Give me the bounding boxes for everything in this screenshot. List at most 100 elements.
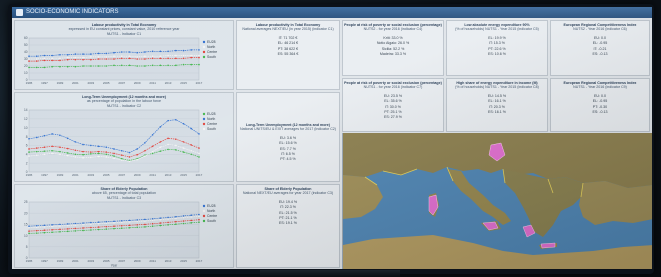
data-point: [120, 64, 123, 67]
data-point: [159, 217, 162, 219]
data-point: [175, 220, 177, 223]
data-point: [175, 223, 177, 225]
data-point: [105, 228, 108, 230]
legend-marker: [202, 112, 206, 116]
side-panel-value: EU: 3.6 %: [279, 135, 297, 140]
data-point: [113, 58, 115, 60]
indicator-value: IT: 15.3 %: [489, 41, 505, 46]
data-point: [82, 58, 84, 61]
y-tick-label: 10: [24, 71, 28, 75]
data-point: [159, 146, 162, 148]
data-point: [167, 119, 169, 122]
data-point: [74, 224, 77, 226]
y-tick-label: 60: [24, 36, 28, 40]
data-point: [120, 57, 123, 60]
side-panel-subtitle: National UNITS/EU & EXIT averages for 20…: [239, 127, 336, 132]
legend-marker: [202, 127, 206, 131]
indicator-value: ES: -0.13: [592, 52, 608, 57]
data-point: [74, 156, 77, 158]
y-tick-label: 14: [24, 108, 28, 112]
y-tick-label: 15: [24, 223, 28, 227]
data-point: [128, 224, 131, 227]
data-point: [28, 55, 30, 57]
data-point: [97, 58, 100, 60]
indicator-value: PT: 25.1 %: [384, 110, 402, 115]
data-point: [105, 156, 108, 158]
side-panel-subtitle: National NEXT/EU averages for year 2017 …: [242, 191, 334, 196]
data-point: [113, 155, 115, 157]
legend-marker: [202, 122, 206, 126]
x-tick-label: 1999: [57, 173, 64, 177]
data-point: [59, 57, 61, 60]
y-tick-label: 50: [24, 43, 28, 47]
indicator-panel-energy-high: High share of energy expenditure in inco…: [446, 78, 548, 132]
x-tick-label: 1995: [26, 173, 33, 177]
data-point: [128, 64, 131, 67]
map-highlight-region-crete[interactable]: [540, 242, 556, 249]
data-point: [97, 56, 100, 58]
data-point: [190, 153, 193, 156]
data-point: [90, 58, 92, 61]
data-point: [190, 214, 193, 217]
x-tick-label: 2007: [118, 81, 125, 85]
productivity-line-chart[interactable]: 01020304050601995 1997 1999 2001 2003 2005 200…: [15, 35, 233, 89]
mediterranean-map[interactable]: [342, 133, 652, 269]
data-point: [74, 58, 77, 61]
map-canvas[interactable]: [343, 133, 652, 269]
data-point: [190, 54, 193, 57]
data-point: [74, 56, 77, 59]
data-point: [120, 149, 123, 152]
x-tick-label: 2013: [165, 259, 172, 263]
data-point: [151, 152, 154, 155]
data-point: [159, 50, 162, 53]
x-tick-label: 2011: [149, 173, 156, 177]
data-point: [175, 149, 177, 151]
side-panel-value: EL: 21.5 %: [279, 210, 297, 215]
data-point: [35, 136, 38, 139]
map-land-north-africa: [343, 235, 652, 269]
indicator-panel-poverty-nuts2: People at risk of poverty or social excl…: [342, 20, 444, 76]
data-point: [190, 216, 193, 218]
legend-label: Centre: [207, 214, 217, 218]
x-axis-label: Year: [111, 264, 118, 268]
data-point: [198, 156, 200, 158]
data-point: [51, 54, 53, 57]
data-point: [182, 57, 185, 60]
data-point: [90, 156, 92, 159]
data-point: [167, 224, 169, 226]
unemployment-line-chart[interactable]: 024681012141995 1997 1999 2001 2003 2005 2007 2…: [15, 107, 233, 181]
data-point: [136, 226, 138, 229]
data-point: [66, 223, 69, 225]
side-panel-value: PT: 38 622 €: [277, 46, 299, 51]
data-point: [66, 152, 69, 154]
data-point: [28, 137, 30, 140]
data-point: [113, 55, 115, 57]
data-point: [97, 150, 100, 153]
data-point: [43, 54, 46, 57]
data-point: [159, 141, 162, 143]
data-point: [105, 56, 108, 58]
legend-marker: [202, 214, 206, 218]
data-point: [144, 149, 146, 152]
data-point: [43, 146, 46, 148]
indicator-value: ES: 16.1 %: [488, 110, 506, 115]
data-point: [120, 220, 123, 222]
data-point: [159, 222, 162, 224]
x-tick-label: 2003: [87, 259, 94, 263]
elderly-line-chart[interactable]: 05101520251995 1997 1999 2001 2003 2005 2007 20…: [15, 199, 233, 267]
side-panel-value: ES: 55 364 €: [277, 52, 299, 57]
data-point: [105, 151, 108, 153]
app-title: SOCIO-ECONOMIC INDICATORS: [26, 9, 119, 15]
data-point: [66, 54, 69, 56]
indicator-subtitle: (% of households) NUTS1 - Year 2015 (ind…: [455, 27, 539, 32]
data-point: [97, 65, 100, 67]
x-tick-label: 1995: [26, 259, 33, 263]
data-point: [59, 228, 61, 231]
data-point: [97, 145, 100, 148]
data-point: [43, 229, 46, 232]
data-point: [82, 143, 84, 146]
data-point: [198, 221, 200, 223]
legend-marker: [202, 204, 206, 208]
data-point: [167, 50, 169, 53]
side-panel-value: IT: 22.3 %: [280, 205, 296, 210]
